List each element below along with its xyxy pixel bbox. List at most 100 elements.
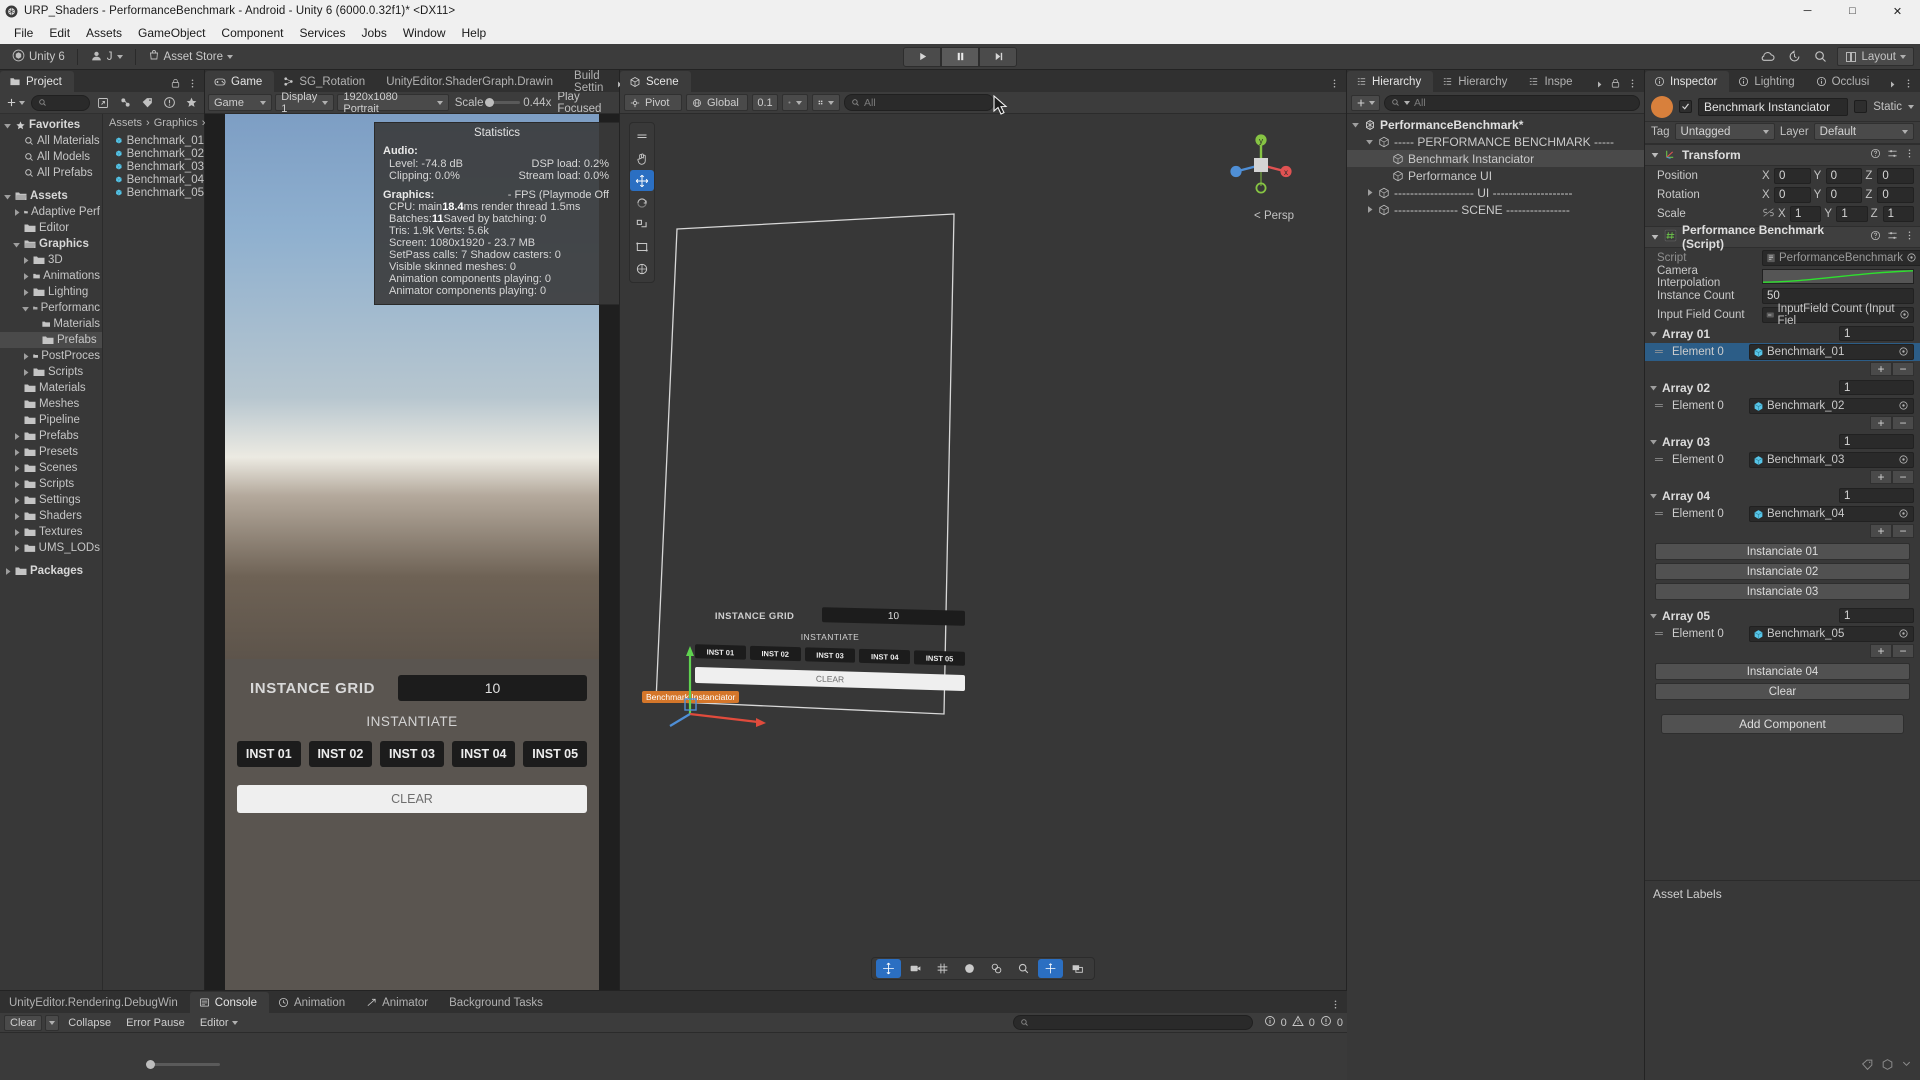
array-remove-button[interactable]: − [1892, 470, 1914, 484]
array-remove-button[interactable]: − [1892, 524, 1914, 538]
transform-component-header[interactable]: Transform [1645, 144, 1920, 166]
scene-grid-overlay-icon[interactable] [930, 959, 955, 978]
project-tree-item[interactable]: 3D [0, 252, 102, 268]
array-foldout-icon[interactable] [1649, 491, 1658, 500]
hierarchy-search-input[interactable]: All [1384, 94, 1640, 111]
tab-animation[interactable]: Animation [268, 992, 358, 1013]
scene-shading-overlay-icon[interactable] [957, 959, 982, 978]
project-tree-item[interactable]: Lighting [0, 284, 102, 300]
script-foldout-icon[interactable] [1650, 233, 1659, 242]
tab-hierarchy-1[interactable]: Hierarchy [1347, 71, 1434, 92]
project-tree-item[interactable]: All Materials [0, 133, 102, 149]
project-tree-item[interactable]: Adaptive Perf [0, 204, 102, 220]
project-tree-item[interactable]: Performanc [0, 300, 102, 316]
foldout-icon[interactable] [12, 480, 21, 489]
kebab-menu-icon-transform[interactable] [1904, 148, 1915, 162]
foldout-icon[interactable] [12, 544, 21, 553]
foldout-icon[interactable] [12, 208, 21, 217]
project-search-input[interactable] [31, 94, 90, 111]
snap-increment-toggle[interactable] [812, 94, 840, 111]
transform-foldout-icon[interactable] [1650, 151, 1659, 160]
breadcrumb-item[interactable]: Graphics [154, 117, 198, 129]
foldout-icon[interactable] [3, 192, 12, 201]
lock-icon-hier[interactable] [1610, 78, 1621, 92]
game-viewport[interactable]: INSTANCE GRID 10 INSTANTIATE INST 01 INST… [205, 114, 619, 990]
preset-icon[interactable] [1887, 148, 1898, 162]
instantiate-button-3[interactable]: INST 03 [380, 741, 444, 767]
axis-field-y[interactable]: 0 [1825, 167, 1863, 184]
tab-lighting[interactable]: Lighting [1729, 71, 1807, 92]
game-view-selector[interactable]: Game [208, 94, 273, 111]
inspector-tail-button-2[interactable]: Clear [1655, 683, 1910, 700]
foldout-icon[interactable] [12, 432, 21, 441]
tab-scroll-right-icon-insp[interactable] [1888, 78, 1897, 92]
console-error-pause-toggle[interactable]: Error Pause [120, 1015, 191, 1031]
scene-zoom-overlay-icon[interactable] [1011, 959, 1036, 978]
tag-dropdown[interactable]: Untagged [1674, 123, 1775, 140]
tab-occlusi[interactable]: Occlusi [1806, 71, 1882, 92]
project-tree-item[interactable]: Animations [0, 268, 102, 284]
object-picker-icon[interactable] [1906, 252, 1918, 264]
tab-build-settin[interactable]: Build Settin [565, 70, 616, 94]
array-element-row[interactable]: ═ Element 0 Benchmark_02 [1645, 397, 1920, 415]
instanciate-button-3[interactable]: Instanciate 03 [1655, 583, 1910, 600]
kebab-menu-icon-console[interactable] [1330, 999, 1341, 1013]
menu-item-window[interactable]: Window [395, 24, 454, 42]
hierarchy-item[interactable]: PerformanceBenchmark* [1347, 116, 1644, 133]
project-tree-item[interactable]: Materials [0, 380, 102, 396]
project-tree-item[interactable]: Packages [0, 563, 102, 579]
info-count-icon[interactable] [1264, 1015, 1276, 1030]
tab-unityeditor-shadergraph-drawin[interactable]: UnityEditor.ShaderGraph.Drawin [377, 71, 566, 92]
filter-star-icon[interactable] [182, 95, 200, 111]
tab-project[interactable]: Project [0, 71, 74, 92]
console-clear-button[interactable]: Clear [4, 1014, 43, 1031]
instantiate-button-4[interactable]: INST 04 [451, 741, 516, 767]
axis-field-z[interactable]: 1 [1882, 205, 1914, 222]
history-icon[interactable] [1785, 48, 1803, 66]
drag-handle-icon[interactable]: ═ [1655, 508, 1667, 520]
axis-field-y[interactable]: 0 [1825, 186, 1863, 203]
unity-version-button[interactable]: Unity 6 [6, 47, 71, 66]
instance-count-field[interactable]: 50 [1762, 287, 1914, 304]
array-size-field[interactable]: 1 [1839, 488, 1914, 503]
maximize-button[interactable]: □ [1830, 0, 1875, 22]
drag-handle-icon[interactable]: ═ [1655, 346, 1667, 358]
foldout-icon[interactable] [21, 272, 30, 281]
scale-slider[interactable] [484, 97, 521, 107]
array-element-row[interactable]: ═ Element 0 Benchmark_01 [1645, 343, 1920, 361]
foldout-icon[interactable] [1365, 137, 1374, 146]
input-field-count-object[interactable]: InputField Count (Input Fiel [1762, 303, 1914, 327]
axis-field-x[interactable]: 0 [1774, 167, 1811, 184]
array-foldout-icon[interactable] [1649, 611, 1658, 620]
project-tree-item[interactable]: All Prefabs [0, 165, 102, 181]
tab-inspector[interactable]: Inspector [1645, 71, 1730, 92]
axis-field-y[interactable]: 1 [1836, 205, 1868, 222]
tab-console[interactable]: Console [189, 992, 269, 1013]
menu-item-help[interactable]: Help [454, 24, 495, 42]
inspector-tail-button-1[interactable]: Instanciate 04 [1655, 663, 1910, 680]
project-tree-item[interactable]: Graphics [0, 236, 102, 252]
array-element-row[interactable]: ═ Element 0 Benchmark_04 [1645, 505, 1920, 523]
hierarchy-item[interactable]: Performance UI [1347, 167, 1644, 184]
console-zoom-knob[interactable] [146, 1060, 155, 1069]
object-picker-icon[interactable] [1898, 508, 1910, 520]
object-picker-icon[interactable] [1898, 628, 1910, 640]
scene-transform-overlay-icon[interactable] [1038, 959, 1063, 978]
breadcrumb-item[interactable]: Assets [109, 117, 142, 129]
menu-item-gameobject[interactable]: GameObject [130, 24, 213, 42]
array-header-2[interactable]: Array 02 1 [1645, 378, 1920, 397]
filter-label-icon[interactable] [138, 95, 156, 111]
project-tree-item[interactable]: Scripts [0, 364, 102, 380]
foldout-icon[interactable] [3, 567, 12, 576]
project-tree-item[interactable]: Shaders [0, 508, 102, 524]
pause-button[interactable] [941, 46, 979, 67]
console-zoom-slider[interactable] [146, 1060, 220, 1069]
static-checkbox[interactable] [1854, 100, 1868, 113]
scene-viewport[interactable]: y x < Persp INSTANCE GRID 10 INSTANTIATE… [620, 114, 1346, 990]
tab-hierarchy-2[interactable]: Hierarchy [1433, 71, 1520, 92]
hierarchy-item[interactable]: Benchmark Instanciator [1347, 150, 1644, 167]
console-log-area[interactable] [0, 1033, 1347, 1080]
help-icon[interactable] [1870, 148, 1881, 162]
scale-slider-knob[interactable] [484, 97, 494, 107]
foldout-icon[interactable] [12, 464, 21, 473]
